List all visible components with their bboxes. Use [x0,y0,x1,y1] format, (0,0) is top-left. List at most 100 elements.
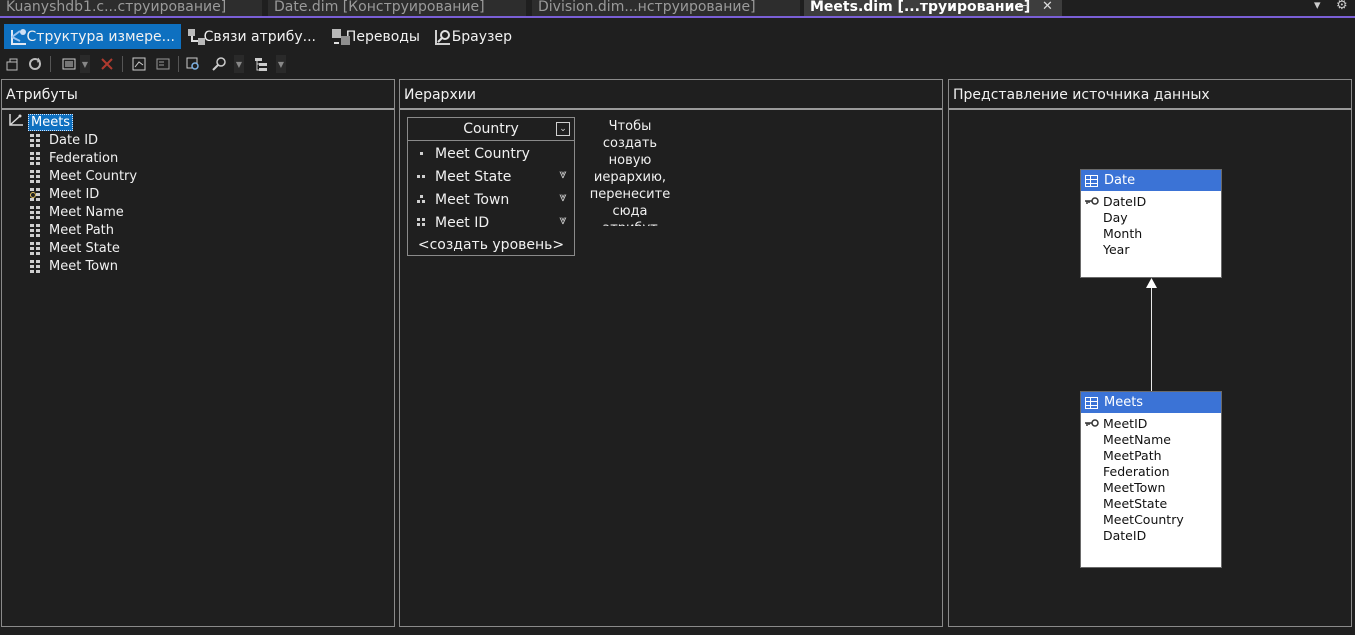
tab-label: Браузер [451,28,512,45]
doc-tab-date-dim[interactable]: Date.dim [Конструирование] [268,0,526,16]
show-diagram-icon[interactable] [154,55,172,73]
tab-attribute-relationships[interactable]: Связи атрибу... [182,24,322,49]
chevron-down-icon[interactable]: ▼ [276,55,286,73]
dimension-icon [8,113,24,131]
column-meettown[interactable]: MeetTown [1081,479,1221,495]
hierarchy-level-meet-state[interactable]: Meet State ⩔ [408,165,574,188]
attribute-item-meet-path[interactable]: Meet Path [30,221,114,239]
column-meetid[interactable]: MeetID [1081,415,1221,431]
dsv-table-date[interactable]: Date DateID Day Month Year [1080,169,1222,278]
hierarchy-country[interactable]: Country ⌄ Meet Country Meet State ⩔ Meet… [407,117,575,256]
column-meetpath[interactable]: MeetPath [1081,447,1221,463]
column-label: DateID [1103,527,1147,543]
delete-icon[interactable] [98,55,116,73]
attribute-item-meet-id[interactable]: Meet ID [30,185,99,203]
refresh-icon[interactable] [26,55,44,73]
column-year[interactable]: Year [1081,241,1221,257]
toolbar-separator [50,56,51,72]
column-month[interactable]: Month [1081,225,1221,241]
toolbar-separator [122,56,123,72]
attribute-icon [30,151,41,165]
tab-dimension-structure[interactable]: Структура измере... [4,24,181,49]
tab-label: Связи атрибу... [203,28,316,45]
hierarchy-level-meet-country[interactable]: Meet Country [408,142,574,165]
collapse-icon[interactable]: ⌄ [556,122,570,136]
tree-root-label: Meets [28,113,74,131]
chevron-double-down-icon[interactable]: ⩔ [556,214,570,229]
hierarchies-canvas[interactable]: Country ⌄ Meet Country Meet State ⩔ Meet… [400,110,942,626]
arrow-head-icon [1146,278,1157,288]
attribute-icon [30,223,41,237]
attribute-item-meet-country[interactable]: Meet Country [30,167,137,185]
toolbar: ▼ ▼ ▼ [0,53,1355,75]
tab-label: Структура измере... [26,28,175,45]
table-header[interactable]: Date [1081,170,1221,191]
attributes-panel: Атрибуты Meets Date ID Federation Meet C… [1,79,395,627]
column-meetname[interactable]: MeetName [1081,431,1221,447]
doc-tab-kuanyshdb1[interactable]: Kuanyshdb1.c...струирование] [0,0,262,16]
tab-browser[interactable]: Браузер [428,24,518,49]
column-meetstate[interactable]: MeetState [1081,495,1221,511]
attribute-item-meet-town[interactable]: Meet Town [30,257,118,275]
chevron-down-icon[interactable]: ▼ [80,55,90,73]
column-dateid[interactable]: DateID [1081,527,1221,543]
level-label: Meet Country [435,145,530,162]
dsv-table-meets[interactable]: Meets MeetID MeetName MeetPath Federatio… [1080,391,1222,568]
tree-root-meets[interactable]: Meets [8,113,74,131]
table-icon [1085,174,1098,187]
new-hierarchy-hint: Чтобы создать новую иерархию, перенесите… [589,119,671,226]
table-header[interactable]: Meets [1081,392,1221,413]
attribute-item-meet-state[interactable]: Meet State [30,239,120,257]
column-federation[interactable]: Federation [1081,463,1221,479]
level-label: Meet Town [435,191,510,208]
data-source-view-panel: Представление источника данных Date Date… [948,79,1352,627]
column-label: MeetID [1103,415,1148,431]
create-level-placeholder[interactable]: <создать уровень> [408,234,574,256]
show-table-icon[interactable] [130,55,148,73]
chevron-down-icon[interactable]: ▼ [234,55,244,73]
doc-tab-label: Kuanyshdb1.c...струирование] [6,0,227,15]
dimension-structure-icon [8,27,26,47]
column-day[interactable]: Day [1081,209,1221,225]
gear-icon[interactable]: ⚙ [1336,0,1348,13]
arrange-tables-icon[interactable] [252,55,270,73]
table-name: Date [1104,173,1136,188]
panel-title: Иерархии [400,80,942,110]
attribute-label: Meet Path [49,222,114,238]
relationship-line[interactable] [1151,288,1152,391]
doc-tab-meets-dim[interactable]: Meets.dim [...труирование] ⊣ ✕ [804,0,1062,16]
doc-tab-division-dim[interactable]: Division.dim...нструирование] [532,0,800,16]
attribute-icon [30,241,41,255]
column-meetcountry[interactable]: MeetCountry [1081,511,1221,527]
explore-data-icon[interactable] [184,55,202,73]
attribute-item-date-id[interactable]: Date ID [30,131,98,149]
attribute-label: Meet State [49,240,120,256]
dropdown-icon[interactable]: ▾ [1314,0,1321,13]
zoom-icon[interactable] [210,55,228,73]
attribute-item-meet-name[interactable]: Meet Name [30,203,124,221]
document-tab-strip: Kuanyshdb1.c...струирование] Date.dim [К… [0,0,1355,18]
pin-icon[interactable]: ⊣ [1018,0,1029,14]
panel-title: Атрибуты [2,80,394,110]
view-toggle-icon[interactable] [60,55,78,73]
hierarchy-level-meet-town[interactable]: Meet Town ⩔ [408,188,574,211]
hierarchies-panel: Иерархии Country ⌄ Meet Country Meet Sta… [399,79,943,627]
key-icon [1085,197,1099,205]
tab-translations[interactable]: Переводы [326,24,426,49]
hierarchy-level-meet-id[interactable]: Meet ID ⩔ [408,211,574,234]
process-icon[interactable] [4,55,22,73]
attribute-label: Meet Name [49,204,124,220]
attribute-label: Meet Town [49,258,118,274]
chevron-double-down-icon[interactable]: ⩔ [556,168,570,183]
key-attribute-icon [30,187,41,201]
attributes-tree: Meets Date ID Federation Meet Country Me… [2,110,394,626]
attribute-item-federation[interactable]: Federation [30,149,118,167]
attribute-label: Meet Country [49,168,138,184]
column-label: MeetCountry [1103,511,1184,527]
dsv-diagram[interactable]: Date DateID Day Month Year Meets MeetID … [949,110,1351,626]
close-icon[interactable]: ✕ [1042,0,1053,14]
column-dateid[interactable]: DateID [1081,193,1221,209]
key-icon [1085,419,1099,427]
chevron-double-down-icon[interactable]: ⩔ [556,191,570,206]
hierarchy-header[interactable]: Country ⌄ [408,118,574,141]
